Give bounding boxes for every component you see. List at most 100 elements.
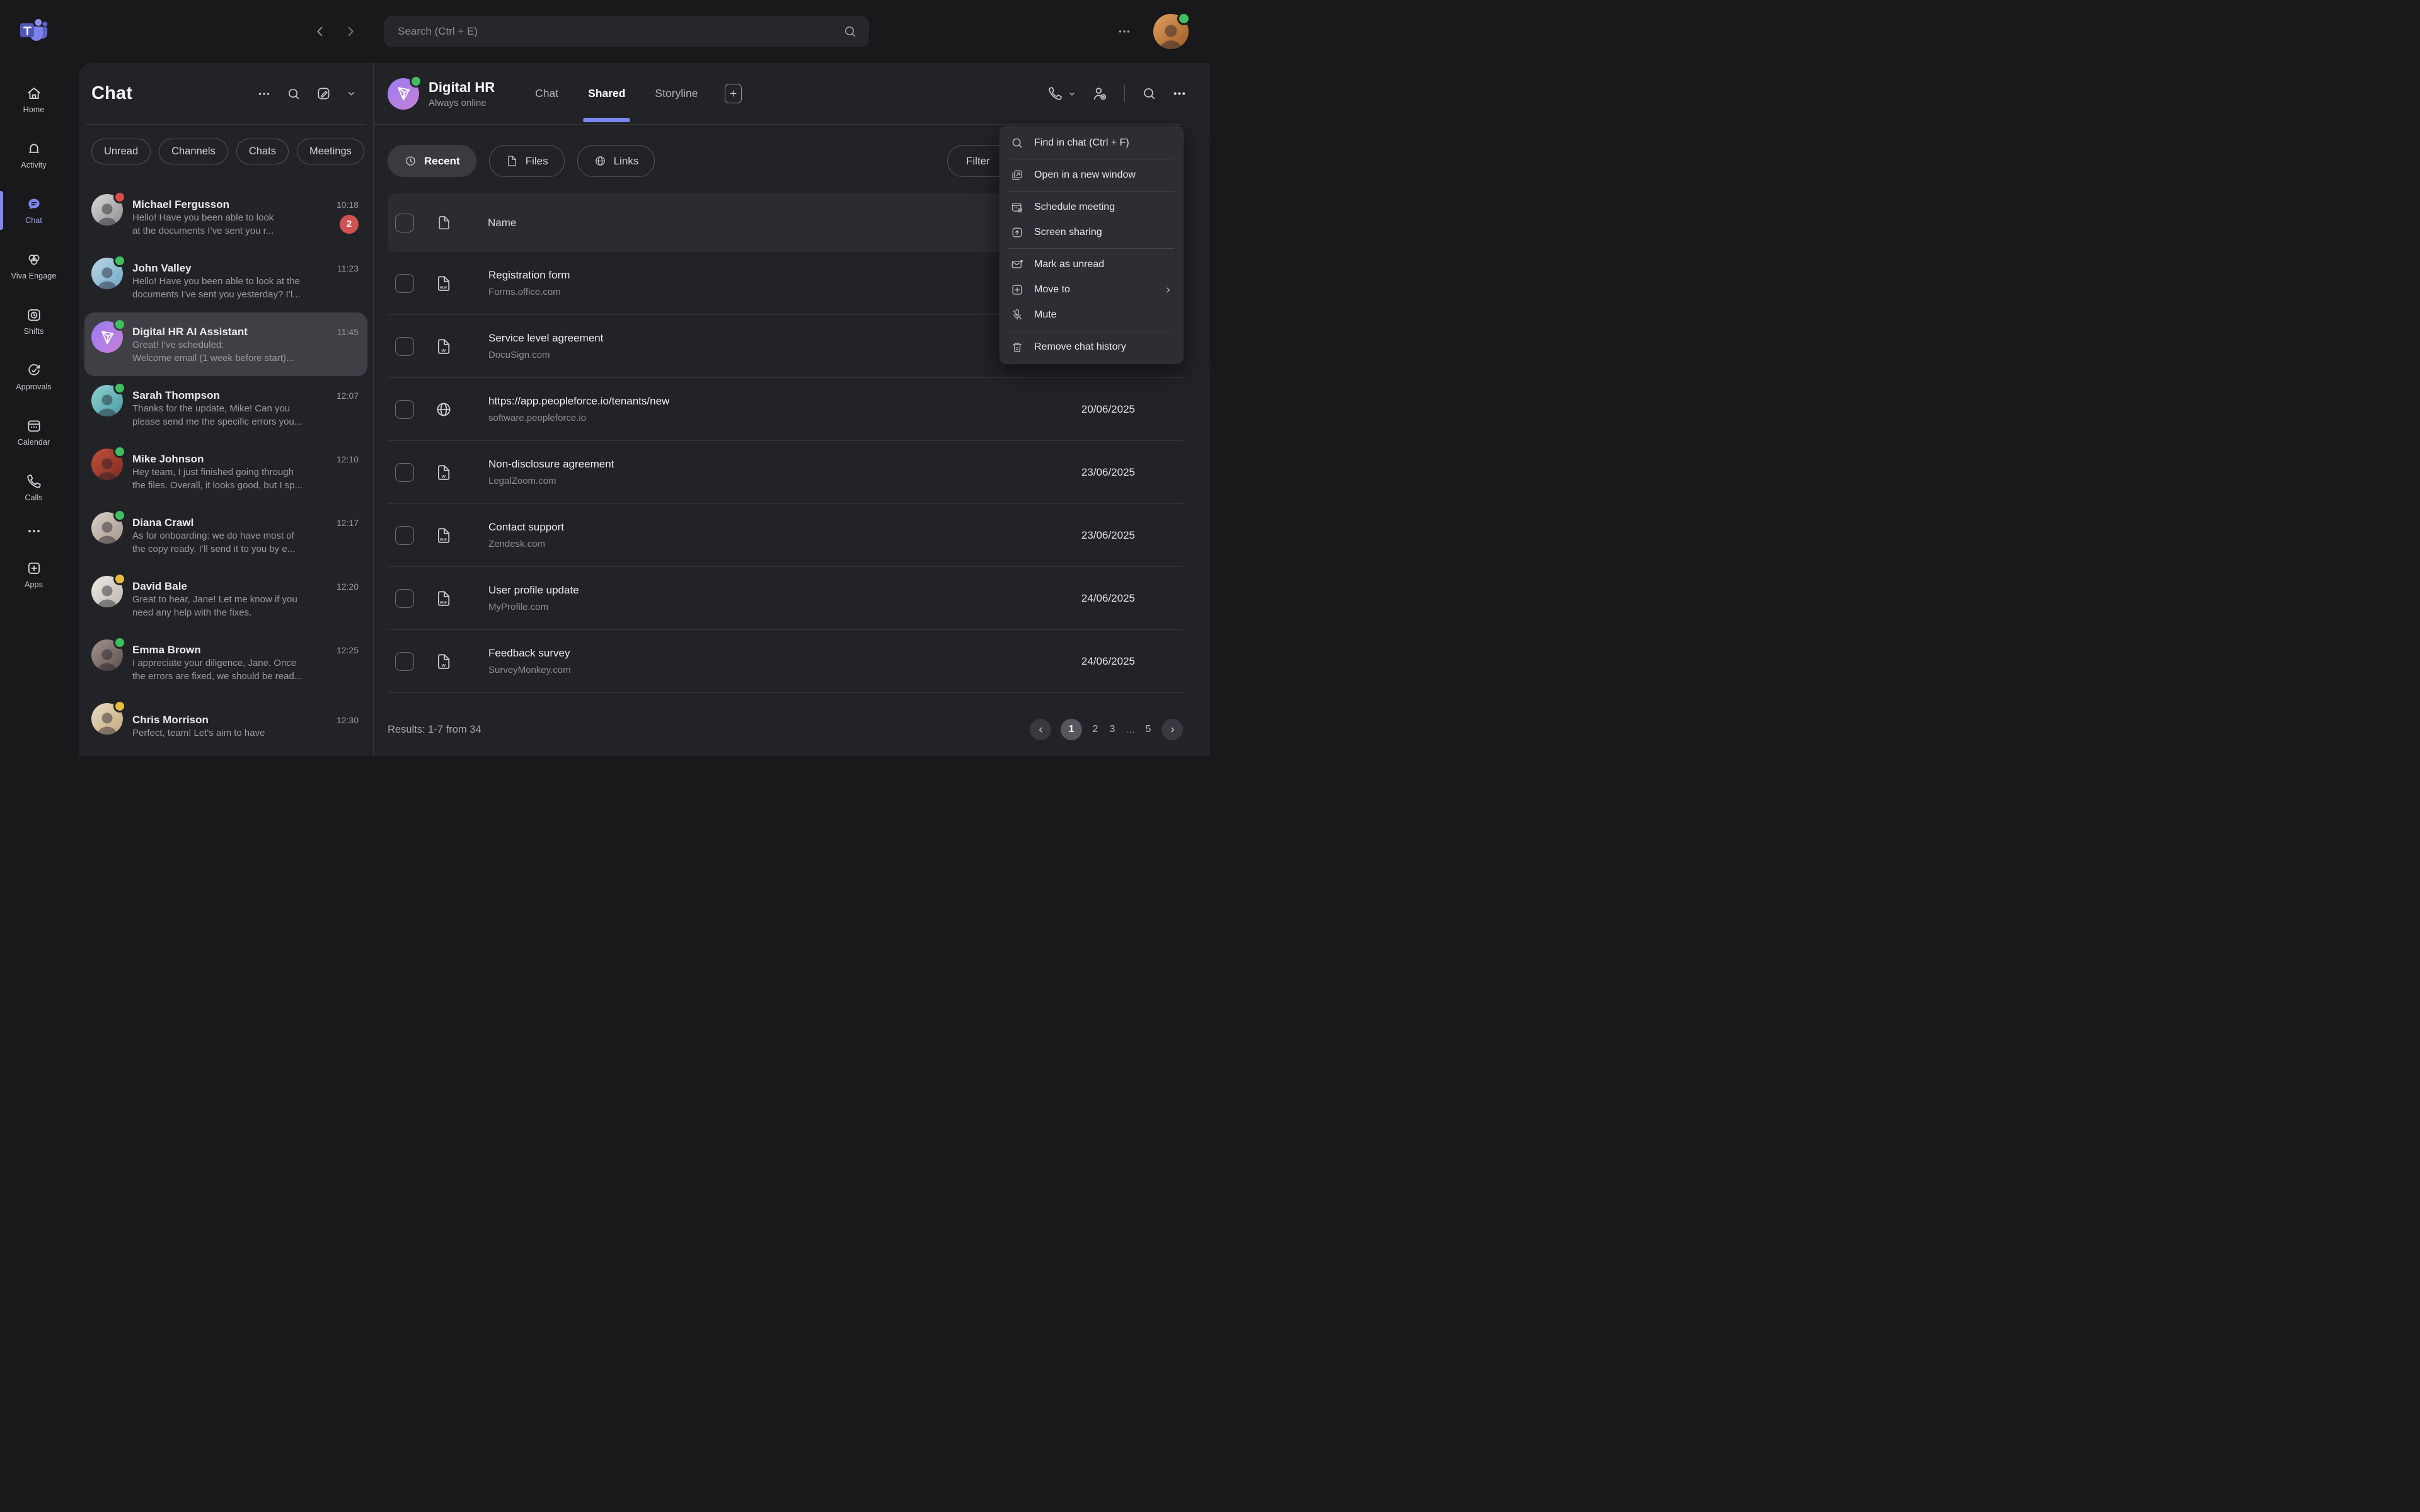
row-checkbox[interactable] <box>395 337 414 356</box>
sidebar-item-approvals[interactable]: Approvals <box>0 349 67 404</box>
menu-item-find-in-chat-ctrl-f[interactable]: Find in chat (Ctrl + F) <box>1000 130 1184 156</box>
chat-search-icon[interactable] <box>286 86 301 101</box>
chat-titles: Digital HR Always online <box>429 79 495 108</box>
chevron-down-icon[interactable] <box>346 88 357 99</box>
row-checkbox[interactable] <box>395 652 414 671</box>
menu-item-remove-chat-history[interactable]: Remove chat history <box>1000 335 1184 360</box>
view-button-label: Links <box>614 155 639 168</box>
viva-icon <box>26 251 42 268</box>
conversation-item[interactable]: Mike Johnson12:10Hey team, I just finish… <box>84 440 367 503</box>
tab-storyline[interactable]: Storyline <box>655 63 698 124</box>
page-button-2[interactable]: 2 <box>1092 724 1099 735</box>
topbar-more-icon[interactable] <box>1117 24 1132 39</box>
status-online-icon <box>115 638 124 647</box>
call-button[interactable] <box>1047 86 1076 101</box>
status-online-icon <box>115 320 124 329</box>
conversation-item[interactable]: Chris Morrison12:30Perfect, team! Let's … <box>84 694 367 756</box>
conversation-content: Mike Johnson12:10Hey team, I just finish… <box>132 452 359 492</box>
tab-shared[interactable]: Shared <box>588 63 625 124</box>
phone-icon <box>1047 86 1063 101</box>
add-people-icon[interactable] <box>1091 85 1108 102</box>
new-chat-icon[interactable] <box>316 86 331 101</box>
sidebar-item-activity[interactable]: Activity <box>0 127 67 183</box>
previous-page-button[interactable] <box>1030 719 1051 740</box>
sidebar-item-viva-engage[interactable]: Viva Engage <box>0 238 67 294</box>
dots-icon <box>26 523 42 539</box>
conversation-time: 12:30 <box>337 715 359 725</box>
row-checkbox[interactable] <box>395 526 414 545</box>
page-button-5[interactable]: 5 <box>1144 724 1152 735</box>
files-view-button[interactable]: Files <box>489 145 565 177</box>
global-search[interactable] <box>384 16 869 47</box>
conversation-item[interactable]: Emma Brown12:25I appreciate your diligen… <box>84 631 367 694</box>
menu-item-screen-sharing[interactable]: Screen sharing <box>1000 220 1184 245</box>
chat-more-icon[interactable] <box>1172 86 1187 101</box>
pdf-file-icon: PDF <box>434 589 453 608</box>
conversation-name: Mike Johnson <box>132 453 331 466</box>
conversation-time: 10:18 <box>337 200 359 210</box>
recent-view-button[interactable]: Recent <box>388 145 476 177</box>
conversation-item[interactable]: Michael Fergusson10:18Hello! Have you be… <box>84 185 367 249</box>
menu-item-mark-as-unread[interactable]: Mark as unread <box>1000 252 1184 277</box>
table-row[interactable]: https://app.peopleforce.io/tenants/newso… <box>388 378 1183 441</box>
sidebar-item-more[interactable] <box>0 515 67 547</box>
table-row[interactable]: PDFContact supportZendesk.com23/06/2025 <box>388 504 1183 567</box>
status-busy-icon <box>115 193 124 202</box>
page-button-3[interactable]: 3 <box>1109 724 1116 735</box>
chat-options-icon[interactable] <box>256 86 272 101</box>
sidebar-item-chat[interactable]: Chat <box>0 183 67 238</box>
menu-divider <box>1009 248 1174 249</box>
menu-item-schedule-meeting[interactable]: Schedule meeting <box>1000 195 1184 220</box>
header-divider <box>1124 85 1126 102</box>
add-tab-button[interactable] <box>725 84 742 103</box>
back-arrow-icon[interactable] <box>313 25 327 38</box>
conversation-item[interactable]: Sarah Thompson12:07Thanks for the update… <box>84 376 367 440</box>
filter-chip-meetings[interactable]: Meetings <box>297 139 364 164</box>
sidebar-item-apps[interactable]: Apps <box>0 547 67 602</box>
select-all-checkbox[interactable] <box>395 214 414 232</box>
conversation-content: Emma Brown12:25I appreciate your diligen… <box>132 643 359 683</box>
view-button-label: Files <box>526 155 548 168</box>
filter-chip-unread[interactable]: Unread <box>91 139 151 164</box>
links-view-button[interactable]: Links <box>577 145 655 177</box>
row-checkbox[interactable] <box>395 400 414 419</box>
globe-icon <box>594 154 607 168</box>
filter-chip-channels[interactable]: Channels <box>159 139 228 164</box>
menu-item-open-in-a-new-window[interactable]: Open in a new window <box>1000 163 1184 188</box>
conversation-item[interactable]: Digital HR AI Assistant11:45Great! I've … <box>84 312 367 376</box>
conversation-item[interactable]: John Valley11:23Hello! Have you been abl… <box>84 249 367 312</box>
move-to-icon <box>1010 283 1024 297</box>
table-row[interactable]: wFeedback surveySurveyMonkey.com24/06/20… <box>388 630 1183 693</box>
next-page-button[interactable] <box>1161 719 1183 740</box>
menu-item-mute[interactable]: Mute <box>1000 302 1184 328</box>
table-row[interactable]: PDFUser profile updateMyProfile.com24/06… <box>388 567 1183 630</box>
global-search-input[interactable] <box>384 25 869 38</box>
conversation-time: 12:07 <box>337 391 359 401</box>
conversation-preview: Hey team, I just finished going through … <box>132 466 359 492</box>
find-in-chat-icon[interactable] <box>1141 86 1157 101</box>
file-date: 24/06/2025 <box>1081 592 1183 605</box>
menu-item-move-to[interactable]: Move to <box>1000 277 1184 302</box>
sidebar-item-calendar[interactable]: Calendar <box>0 404 67 460</box>
row-checkbox[interactable] <box>395 589 414 608</box>
chat-panel-actions <box>256 86 357 101</box>
sidebar-item-home[interactable]: Home <box>0 72 67 127</box>
pdf-file-icon: PDF <box>434 526 453 545</box>
sidebar-item-calls[interactable]: Calls <box>0 460 67 515</box>
avatar <box>91 703 123 735</box>
user-avatar[interactable] <box>1153 14 1189 49</box>
name-column-header: Name <box>488 217 516 229</box>
clock-icon <box>404 154 417 168</box>
conversation-item[interactable]: David Bale12:20Great to hear, Jane! Let … <box>84 567 367 631</box>
conversation-item[interactable]: Diana Crawl12:17As for onboarding: we do… <box>84 503 367 567</box>
tab-chat[interactable]: Chat <box>535 63 558 124</box>
chat-header-actions <box>1047 85 1211 102</box>
row-checkbox[interactable] <box>395 463 414 482</box>
sidebar-item-shifts[interactable]: Shifts <box>0 294 67 349</box>
page-button-1[interactable]: 1 <box>1061 719 1082 740</box>
filter-chip-chats[interactable]: Chats <box>236 139 289 164</box>
row-checkbox[interactable] <box>395 274 414 293</box>
forward-arrow-icon[interactable] <box>343 25 357 38</box>
shared-view-buttons: Recent Files Links <box>388 145 655 177</box>
table-row[interactable]: wNon-disclosure agreementLegalZoom.com23… <box>388 441 1183 504</box>
